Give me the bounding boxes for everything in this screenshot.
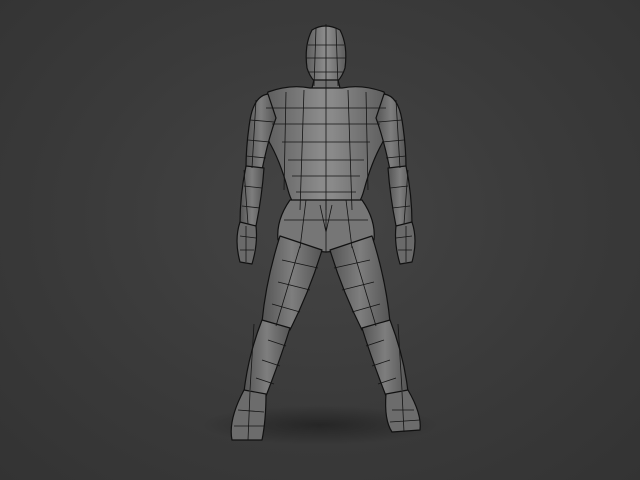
right-hand — [394, 221, 416, 265]
3d-viewport — [0, 0, 640, 480]
right-shin — [361, 319, 409, 397]
left-thigh — [261, 235, 323, 331]
right-thigh — [329, 235, 391, 331]
left-shin — [243, 319, 291, 397]
right-forearm — [387, 165, 413, 227]
left-forearm — [239, 165, 265, 227]
right-upper-arm — [375, 93, 407, 171]
left-hand — [236, 221, 258, 265]
left-upper-arm — [245, 93, 277, 171]
humanoid-wireframe-model — [230, 24, 421, 441]
